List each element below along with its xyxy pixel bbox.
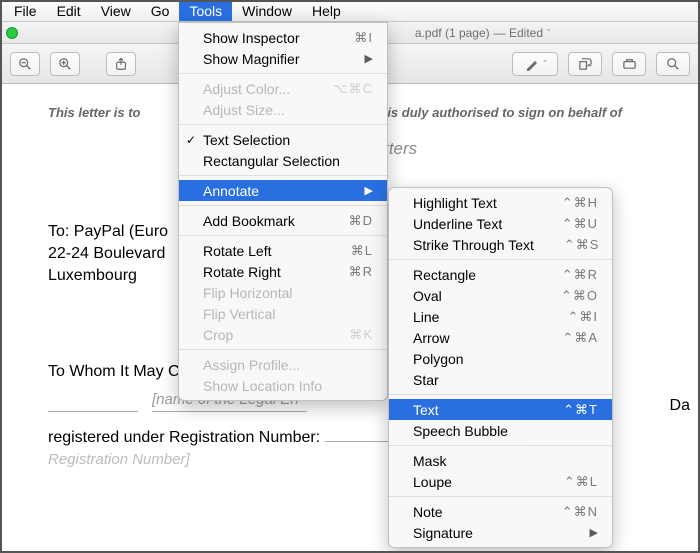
menu-flip-vertical: Flip Vertical (179, 303, 387, 324)
menu-star[interactable]: Star (389, 369, 612, 390)
tools-menu: Show Inspector⌘I Show Magnifier▶ Adjust … (178, 22, 388, 401)
menu-show-inspector[interactable]: Show Inspector⌘I (179, 27, 387, 48)
menu-line[interactable]: Line⌃⌘I (389, 306, 612, 327)
menu-signature[interactable]: Signature▶ (389, 522, 612, 543)
submenu-arrow-icon: ▶ (365, 52, 373, 65)
menu-go[interactable]: Go (141, 0, 180, 21)
search-button[interactable] (656, 52, 690, 76)
rotate-icon (578, 56, 593, 71)
highlighter-icon (524, 56, 540, 72)
menu-loupe[interactable]: Loupe⌃⌘L (389, 471, 612, 492)
menu-polygon[interactable]: Polygon (389, 348, 612, 369)
submenu-arrow-icon: ▶ (590, 526, 598, 539)
doc-regnum-label: registered under Registration Number: (48, 429, 320, 446)
menu-speech-bubble[interactable]: Speech Bubble (389, 420, 612, 441)
zoom-out-button[interactable] (10, 52, 40, 76)
menu-adjust-size: Adjust Size... (179, 99, 387, 120)
window-edited: — Edited (494, 26, 543, 40)
markup-button[interactable] (612, 52, 646, 76)
menu-rectangle[interactable]: Rectangle⌃⌘R (389, 264, 612, 285)
search-icon (666, 57, 680, 71)
menu-arrow[interactable]: Arrow⌃⌘A (389, 327, 612, 348)
submenu-arrow-icon: ▶ (365, 184, 373, 197)
menu-text-selection[interactable]: ✓Text Selection (179, 129, 387, 150)
title-dropdown-icon[interactable]: ˇ (547, 28, 550, 38)
menu-rect-selection[interactable]: Rectangular Selection (179, 150, 387, 171)
zoom-in-icon (58, 57, 72, 71)
menu-show-location: Show Location Info (179, 375, 387, 396)
share-icon (114, 57, 128, 71)
annotate-submenu: Highlight Text⌃⌘H Underline Text⌃⌘U Stri… (388, 187, 613, 548)
menu-mask[interactable]: Mask (389, 450, 612, 471)
doc-lead-suffix: who is duly authorised to sign on behalf… (358, 105, 622, 120)
menu-note[interactable]: Note⌃⌘N (389, 501, 612, 522)
chevron-down-icon: ˇ (544, 59, 547, 69)
menu-window[interactable]: Window (232, 0, 302, 21)
doc-blank-line (48, 394, 138, 412)
check-icon: ✓ (186, 133, 196, 147)
menu-underline-text[interactable]: Underline Text⌃⌘U (389, 213, 612, 234)
menu-flip-horizontal: Flip Horizontal (179, 282, 387, 303)
traffic-light-green[interactable] (6, 27, 18, 39)
menu-show-magnifier[interactable]: Show Magnifier▶ (179, 48, 387, 69)
menu-tools[interactable]: Tools (179, 0, 232, 21)
menu-add-bookmark[interactable]: Add Bookmark⌘D (179, 210, 387, 231)
menu-assign-profile: Assign Profile... (179, 354, 387, 375)
menu-rotate-left[interactable]: Rotate Left⌘L (179, 240, 387, 261)
highlight-dropdown-button[interactable]: ˇ (512, 52, 558, 76)
menu-highlight-text[interactable]: Highlight Text⌃⌘H (389, 192, 612, 213)
rotate-button[interactable] (568, 52, 602, 76)
menu-crop: Crop⌘K (179, 324, 387, 345)
menubar: File Edit View Go Tools Window Help (0, 0, 700, 22)
zoom-out-icon (18, 57, 32, 71)
menu-edit[interactable]: Edit (47, 0, 91, 21)
menu-annotate[interactable]: Annotate▶ (179, 180, 387, 201)
menu-oval[interactable]: Oval⌃⌘O (389, 285, 612, 306)
menu-file[interactable]: File (4, 0, 47, 21)
menu-text[interactable]: Text⌃⌘T (389, 399, 612, 420)
share-button[interactable] (106, 52, 136, 76)
doc-date: Da (670, 394, 690, 417)
window-title: a.pdf (1 page) (415, 26, 490, 40)
menu-strike-text[interactable]: Strike Through Text⌃⌘S (389, 234, 612, 255)
menu-adjust-color: Adjust Color...⌥⌘C (179, 78, 387, 99)
doc-lead-prefix: This letter is to (48, 105, 140, 120)
toolbox-icon (622, 56, 637, 71)
menu-rotate-right[interactable]: Rotate Right⌘R (179, 261, 387, 282)
menu-view[interactable]: View (91, 0, 141, 21)
zoom-in-button[interactable] (50, 52, 80, 76)
menu-help[interactable]: Help (302, 0, 351, 21)
